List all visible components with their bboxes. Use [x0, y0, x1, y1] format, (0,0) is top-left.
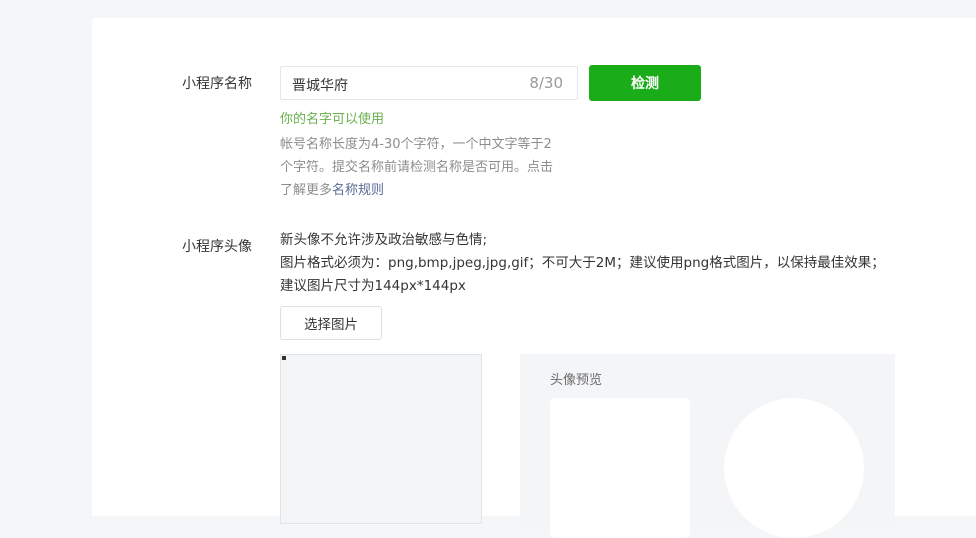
name-tip: 帐号名称长度为4-30个字符，一个中文字等于2 个字符。提交名称前请检测名称是否… [280, 133, 580, 202]
avatar-preview-circle [724, 398, 864, 538]
crop-handle[interactable] [282, 356, 286, 360]
choose-image-button[interactable]: 选择图片 [280, 306, 382, 340]
name-input[interactable]: 晋城华府 8/30 [280, 66, 578, 100]
name-available-message: 你的名字可以使用 [280, 112, 385, 127]
avatar-label: 小程序头像 [182, 239, 252, 255]
avatar-requirement-line-2: 图片格式必须为：png,bmp,jpeg,jpg,gif；不可大于2M；建议使用… [280, 255, 885, 294]
name-input-value[interactable]: 晋城华府 [292, 75, 348, 95]
name-tip-line-3-prefix: 了解更多 [280, 183, 333, 198]
name-tip-line-1: 帐号名称长度为4-30个字符，一个中文字等于2 [280, 137, 552, 152]
name-label: 小程序名称 [182, 76, 252, 92]
avatar-requirement-line-1: 新头像不允许涉及政治敏感与色情; [280, 232, 488, 248]
name-tip-line-2: 个字符。提交名称前请检测名称是否可用。点击 [280, 160, 554, 175]
name-rules-link[interactable]: 名称规则 [332, 183, 384, 198]
name-tip-line-3: 了解更多名称规则 [280, 179, 580, 202]
char-counter: 8/30 [529, 74, 563, 92]
avatar-requirements: 新头像不允许涉及政治敏感与色情; 图片格式必须为：png,bmp,jpeg,jp… [280, 229, 890, 298]
avatar-preview-title: 头像预览 [550, 373, 603, 388]
image-crop-area[interactable] [280, 354, 482, 524]
avatar-preview-square [550, 398, 690, 538]
avatar-preview-panel: 头像预览 [520, 354, 895, 538]
check-button[interactable]: 检测 [589, 65, 701, 101]
